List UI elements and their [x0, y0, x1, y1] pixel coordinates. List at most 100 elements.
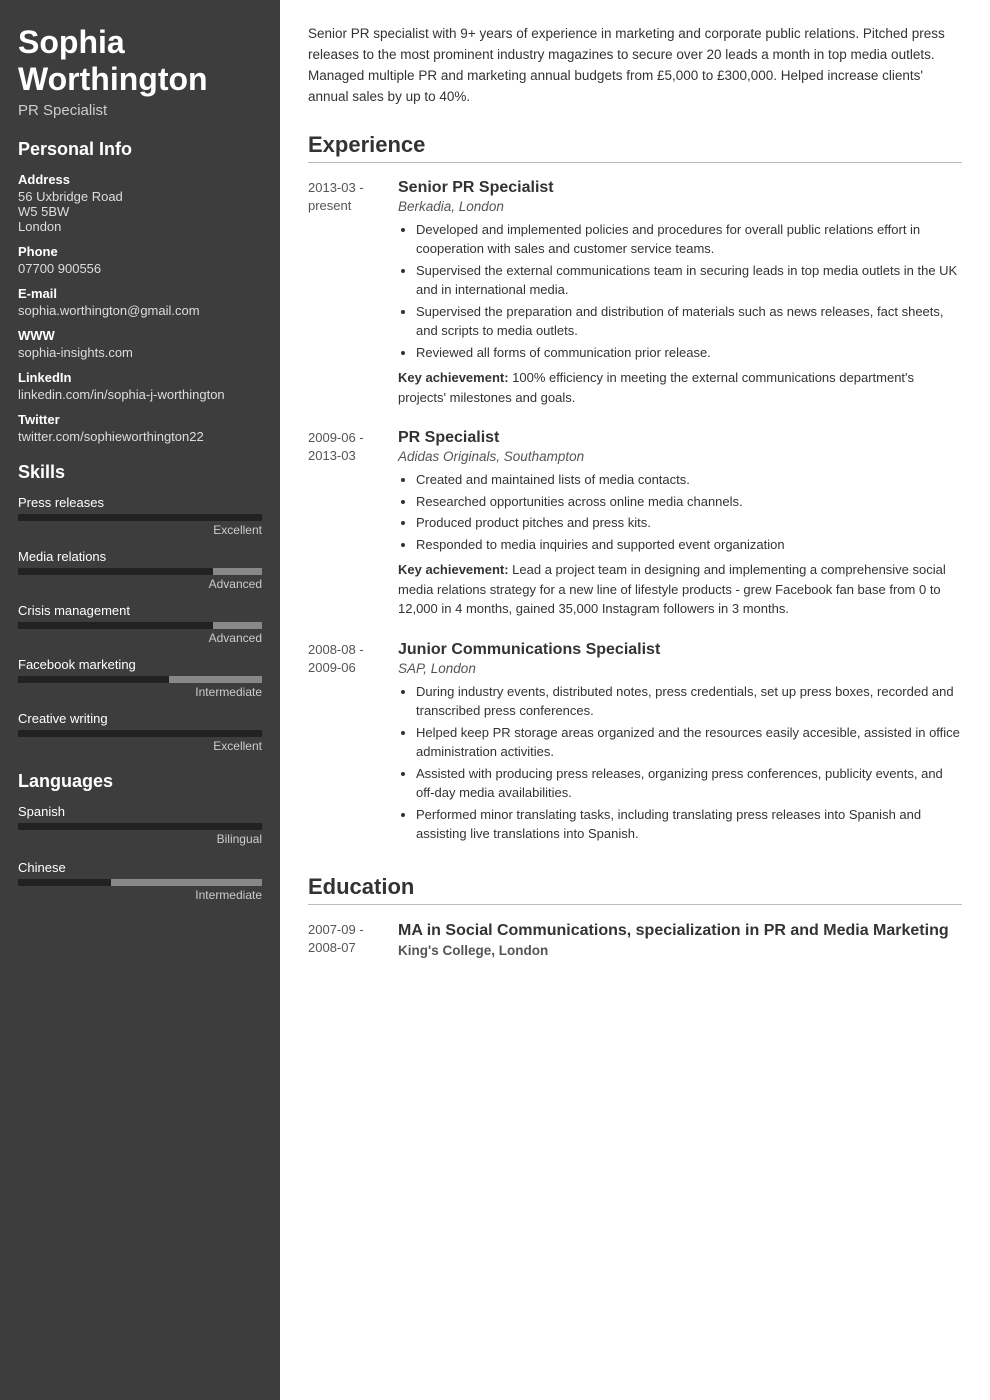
lang-spanish: Spanish Bilingual	[18, 804, 262, 846]
bullet-item: Produced product pitches and press kits.	[416, 513, 962, 533]
phone-value: 07700 900556	[18, 261, 262, 276]
exp-achievement: Key achievement: 100% efficiency in meet…	[398, 368, 962, 407]
lang-bar-bg	[18, 879, 262, 886]
experience-section: Experience 2013-03 -present Senior PR Sp…	[308, 132, 962, 850]
edu-school: King's College, London	[398, 943, 962, 958]
skill-name: Crisis management	[18, 603, 262, 618]
bullet-item: Performed minor translating tasks, inclu…	[416, 805, 962, 844]
main-content: Senior PR specialist with 9+ years of ex…	[280, 0, 990, 1400]
exp-content: Junior Communications Specialist SAP, Lo…	[398, 641, 962, 850]
exp-item-3: 2008-08 -2009-06 Junior Communications S…	[308, 641, 962, 850]
exp-job-title: Senior PR Specialist	[398, 179, 962, 197]
bullet-item: Researched opportunities across online m…	[416, 492, 962, 512]
exp-content: PR Specialist Adidas Originals, Southamp…	[398, 429, 962, 619]
skill-press-releases: Press releases Excellent	[18, 495, 262, 537]
skill-creative-writing: Creative writing Excellent	[18, 711, 262, 753]
skill-bar-bg	[18, 568, 262, 575]
lang-name: Chinese	[18, 860, 262, 875]
bullet-item: Helped keep PR storage areas organized a…	[416, 723, 962, 762]
lang-chinese: Chinese Intermediate	[18, 860, 262, 902]
candidate-name: Sophia Worthington	[18, 24, 262, 98]
exp-company: Adidas Originals, Southampton	[398, 449, 962, 464]
twitter-label: Twitter	[18, 412, 262, 427]
twitter-value: twitter.com/sophieworthington22	[18, 429, 262, 444]
bullet-item: Developed and implemented policies and p…	[416, 220, 962, 259]
phone-label: Phone	[18, 244, 262, 259]
languages-list: Spanish Bilingual Chinese Intermediate	[18, 804, 262, 902]
exp-bullets: Developed and implemented policies and p…	[398, 220, 962, 363]
sidebar: Sophia Worthington PR Specialist Persona…	[0, 0, 280, 1400]
skill-bar-fill	[18, 514, 262, 521]
skill-name: Creative writing	[18, 711, 262, 726]
exp-company: SAP, London	[398, 661, 962, 676]
bullet-item: Supervised the preparation and distribut…	[416, 302, 962, 341]
skill-bar-fill	[18, 676, 169, 683]
linkedin-value: linkedin.com/in/sophia-j-worthington	[18, 387, 262, 402]
bullet-item: During industry events, distributed note…	[416, 682, 962, 721]
exp-job-title: Junior Communications Specialist	[398, 641, 962, 659]
skill-level: Advanced	[18, 631, 262, 645]
skill-bar-bg	[18, 730, 262, 737]
skills-heading: Skills	[18, 462, 262, 483]
email-value: sophia.worthington@gmail.com	[18, 303, 262, 318]
exp-company: Berkadia, London	[398, 199, 962, 214]
lang-bar-fill	[18, 879, 111, 886]
skill-media-relations: Media relations Advanced	[18, 549, 262, 591]
lang-level: Intermediate	[18, 888, 262, 902]
skill-bar-bg	[18, 622, 262, 629]
skill-level: Advanced	[18, 577, 262, 591]
experience-heading: Experience	[308, 132, 962, 163]
www-label: WWW	[18, 328, 262, 343]
skill-bar-bg	[18, 514, 262, 521]
exp-content: Senior PR Specialist Berkadia, London De…	[398, 179, 962, 408]
skill-name: Facebook marketing	[18, 657, 262, 672]
lang-bar-fill	[18, 823, 262, 830]
bullet-item: Created and maintained lists of media co…	[416, 470, 962, 490]
skill-level: Excellent	[18, 523, 262, 537]
bullet-item: Reviewed all forms of communication prio…	[416, 343, 962, 363]
edu-content: MA in Social Communications, specializat…	[398, 921, 962, 959]
exp-bullets: Created and maintained lists of media co…	[398, 470, 962, 554]
summary-text: Senior PR specialist with 9+ years of ex…	[308, 24, 962, 108]
linkedin-label: LinkedIn	[18, 370, 262, 385]
www-value: sophia-insights.com	[18, 345, 262, 360]
skill-crisis-management: Crisis management Advanced	[18, 603, 262, 645]
skills-list: Press releases Excellent Media relations…	[18, 495, 262, 753]
exp-date: 2009-06 -2013-03	[308, 429, 398, 619]
address-value: 56 Uxbridge RoadW5 5BWLondon	[18, 189, 262, 234]
skill-name: Press releases	[18, 495, 262, 510]
edu-degree: MA in Social Communications, specializat…	[398, 921, 962, 942]
skill-level: Excellent	[18, 739, 262, 753]
exp-date: 2008-08 -2009-06	[308, 641, 398, 850]
candidate-title: PR Specialist	[18, 102, 262, 119]
skill-name: Media relations	[18, 549, 262, 564]
personal-info-heading: Personal Info	[18, 139, 262, 160]
exp-date: 2013-03 -present	[308, 179, 398, 408]
bullet-item: Assisted with producing press releases, …	[416, 764, 962, 803]
exp-item-1: 2013-03 -present Senior PR Specialist Be…	[308, 179, 962, 408]
languages-heading: Languages	[18, 771, 262, 792]
skill-bar-fill	[18, 568, 213, 575]
address-label: Address	[18, 172, 262, 187]
exp-bullets: During industry events, distributed note…	[398, 682, 962, 844]
bullet-item: Responded to media inquiries and support…	[416, 535, 962, 555]
exp-item-2: 2009-06 -2013-03 PR Specialist Adidas Or…	[308, 429, 962, 619]
personal-info-fields: Address 56 Uxbridge RoadW5 5BWLondon Pho…	[18, 172, 262, 444]
email-label: E-mail	[18, 286, 262, 301]
lang-bar-bg	[18, 823, 262, 830]
education-section: Education 2007-09 -2008-07 MA in Social …	[308, 874, 962, 959]
exp-job-title: PR Specialist	[398, 429, 962, 447]
edu-item-1: 2007-09 -2008-07 MA in Social Communicat…	[308, 921, 962, 959]
summary-section: Senior PR specialist with 9+ years of ex…	[308, 24, 962, 108]
exp-achievement: Key achievement: Lead a project team in …	[398, 560, 962, 619]
education-heading: Education	[308, 874, 962, 905]
bullet-item: Supervised the external communications t…	[416, 261, 962, 300]
lang-name: Spanish	[18, 804, 262, 819]
skill-bar-fill	[18, 622, 213, 629]
edu-date: 2007-09 -2008-07	[308, 921, 398, 959]
skill-level: Intermediate	[18, 685, 262, 699]
skill-facebook-marketing: Facebook marketing Intermediate	[18, 657, 262, 699]
skill-bar-bg	[18, 676, 262, 683]
lang-level: Bilingual	[18, 832, 262, 846]
skill-bar-fill	[18, 730, 262, 737]
